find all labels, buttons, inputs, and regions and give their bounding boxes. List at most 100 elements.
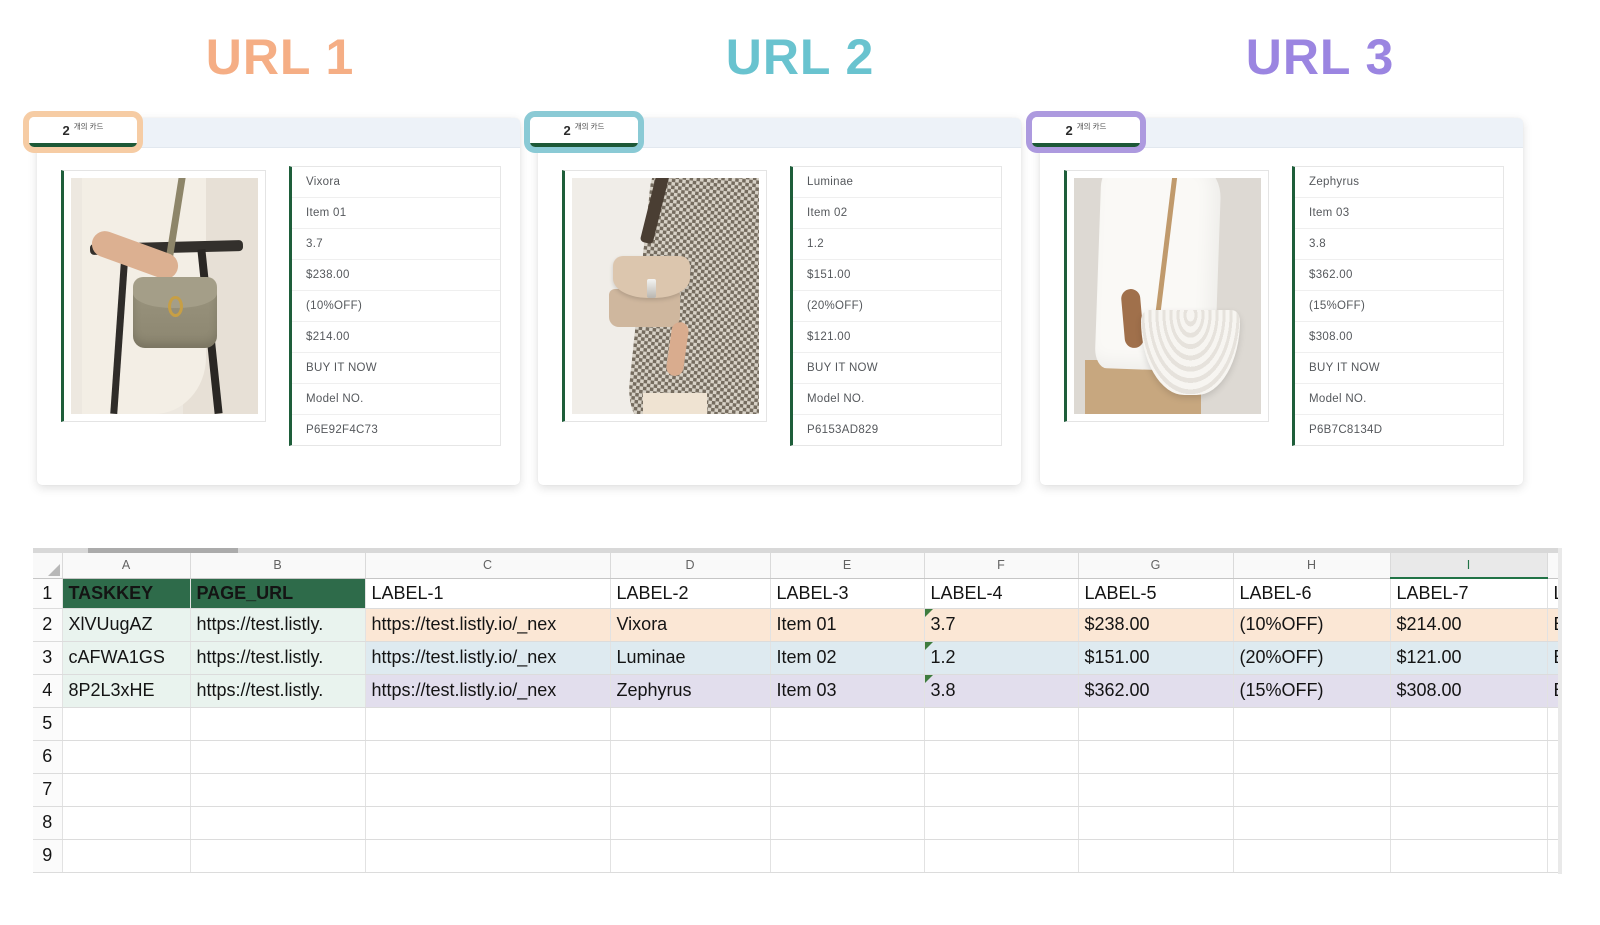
empty-cell[interactable]	[190, 806, 365, 839]
cell-g2[interactable]: $238.00	[1078, 608, 1233, 641]
row-number[interactable]: 1	[33, 578, 62, 608]
column-header-f[interactable]: F	[924, 553, 1078, 578]
field-row[interactable]: $362.00	[1295, 260, 1503, 291]
empty-cell[interactable]	[1233, 740, 1390, 773]
cell-j2-clipped[interactable]: B	[1547, 608, 1558, 641]
empty-cell[interactable]	[190, 740, 365, 773]
field-row[interactable]: P6B7C8134D	[1295, 415, 1503, 445]
empty-cell[interactable]	[1390, 839, 1547, 872]
column-header-b[interactable]: B	[190, 553, 365, 578]
field-row[interactable]: Luminae	[793, 167, 1001, 198]
empty-cell[interactable]	[924, 773, 1078, 806]
cell-b3[interactable]: https://test.listly.	[190, 641, 365, 674]
empty-cell[interactable]	[610, 806, 770, 839]
column-header-a[interactable]: A	[62, 553, 190, 578]
cell-e1[interactable]: LABEL-3	[770, 578, 924, 608]
card-count-tab[interactable]: 2 개의 카드	[23, 111, 143, 153]
empty-cell[interactable]	[62, 707, 190, 740]
empty-cell[interactable]	[770, 740, 924, 773]
field-row[interactable]: (20%OFF)	[793, 291, 1001, 322]
cell-d4[interactable]: Zephyrus	[610, 674, 770, 707]
field-row[interactable]: P6153AD829	[793, 415, 1001, 445]
column-header-h[interactable]: H	[1233, 553, 1390, 578]
cell-b1[interactable]: PAGE_URL	[190, 578, 365, 608]
field-row[interactable]: Model NO.	[292, 384, 500, 415]
empty-cell[interactable]	[365, 839, 610, 872]
empty-cell[interactable]	[610, 773, 770, 806]
row-number[interactable]: 6	[33, 740, 62, 773]
field-row[interactable]: 1.2	[793, 229, 1001, 260]
cell-i1[interactable]: LABEL-7	[1390, 578, 1547, 608]
row-number[interactable]: 3	[33, 641, 62, 674]
cell-d2[interactable]: Vixora	[610, 608, 770, 641]
empty-cell[interactable]	[62, 740, 190, 773]
cell-c1[interactable]: LABEL-1	[365, 578, 610, 608]
empty-cell[interactable]	[1547, 740, 1558, 773]
empty-cell[interactable]	[62, 773, 190, 806]
cell-c2[interactable]: https://test.listly.io/_nex	[365, 608, 610, 641]
empty-cell[interactable]	[1390, 806, 1547, 839]
empty-cell[interactable]	[610, 707, 770, 740]
empty-cell[interactable]	[770, 806, 924, 839]
cell-g4[interactable]: $362.00	[1078, 674, 1233, 707]
cell-i2[interactable]: $214.00	[1390, 608, 1547, 641]
empty-cell[interactable]	[924, 806, 1078, 839]
field-row[interactable]: BUY IT NOW	[793, 353, 1001, 384]
empty-cell[interactable]	[62, 839, 190, 872]
cell-i3[interactable]: $121.00	[1390, 641, 1547, 674]
empty-cell[interactable]	[190, 707, 365, 740]
empty-cell[interactable]	[610, 839, 770, 872]
cell-e3[interactable]: Item 02	[770, 641, 924, 674]
empty-cell[interactable]	[1078, 707, 1233, 740]
cell-j4-clipped[interactable]: B	[1547, 674, 1558, 707]
empty-cell[interactable]	[365, 806, 610, 839]
empty-cell[interactable]	[62, 806, 190, 839]
cell-e2[interactable]: Item 01	[770, 608, 924, 641]
cell-d1[interactable]: LABEL-2	[610, 578, 770, 608]
field-row[interactable]: $151.00	[793, 260, 1001, 291]
field-row[interactable]: Item 02	[793, 198, 1001, 229]
cell-a3[interactable]: cAFWA1GS	[62, 641, 190, 674]
field-row[interactable]: $308.00	[1295, 322, 1503, 353]
row-number[interactable]: 9	[33, 839, 62, 872]
cell-h3[interactable]: (20%OFF)	[1233, 641, 1390, 674]
field-row[interactable]: Model NO.	[793, 384, 1001, 415]
cell-i4[interactable]: $308.00	[1390, 674, 1547, 707]
empty-cell[interactable]	[1390, 740, 1547, 773]
sheet-top-scrollbar[interactable]	[33, 548, 1558, 553]
field-row[interactable]: (10%OFF)	[292, 291, 500, 322]
field-row[interactable]: Model NO.	[1295, 384, 1503, 415]
empty-cell[interactable]	[1078, 740, 1233, 773]
cell-g3[interactable]: $151.00	[1078, 641, 1233, 674]
row-number[interactable]: 4	[33, 674, 62, 707]
field-row[interactable]: BUY IT NOW	[292, 353, 500, 384]
select-all-corner[interactable]	[33, 553, 62, 578]
cell-f2[interactable]: 3.7	[924, 608, 1078, 641]
cell-e4[interactable]: Item 03	[770, 674, 924, 707]
empty-cell[interactable]	[1078, 773, 1233, 806]
column-header-i-selected[interactable]: I	[1390, 553, 1547, 578]
cell-j3-clipped[interactable]: B	[1547, 641, 1558, 674]
empty-cell[interactable]	[770, 773, 924, 806]
column-header-overflow[interactable]	[1547, 553, 1558, 578]
empty-cell[interactable]	[924, 740, 1078, 773]
field-row[interactable]: (15%OFF)	[1295, 291, 1503, 322]
empty-cell[interactable]	[1390, 773, 1547, 806]
row-number[interactable]: 5	[33, 707, 62, 740]
cell-b4[interactable]: https://test.listly.	[190, 674, 365, 707]
empty-cell[interactable]	[365, 740, 610, 773]
empty-cell[interactable]	[365, 773, 610, 806]
cell-a1[interactable]: TASKKEY	[62, 578, 190, 608]
column-header-e[interactable]: E	[770, 553, 924, 578]
empty-cell[interactable]	[1233, 806, 1390, 839]
empty-cell[interactable]	[190, 839, 365, 872]
empty-cell[interactable]	[1078, 806, 1233, 839]
row-number[interactable]: 2	[33, 608, 62, 641]
cell-f1[interactable]: LABEL-4	[924, 578, 1078, 608]
field-row[interactable]: Vixora	[292, 167, 500, 198]
field-row[interactable]: $238.00	[292, 260, 500, 291]
cell-a4[interactable]: 8P2L3xHE	[62, 674, 190, 707]
empty-cell[interactable]	[1547, 806, 1558, 839]
empty-cell[interactable]	[1547, 773, 1558, 806]
field-row[interactable]: 3.8	[1295, 229, 1503, 260]
